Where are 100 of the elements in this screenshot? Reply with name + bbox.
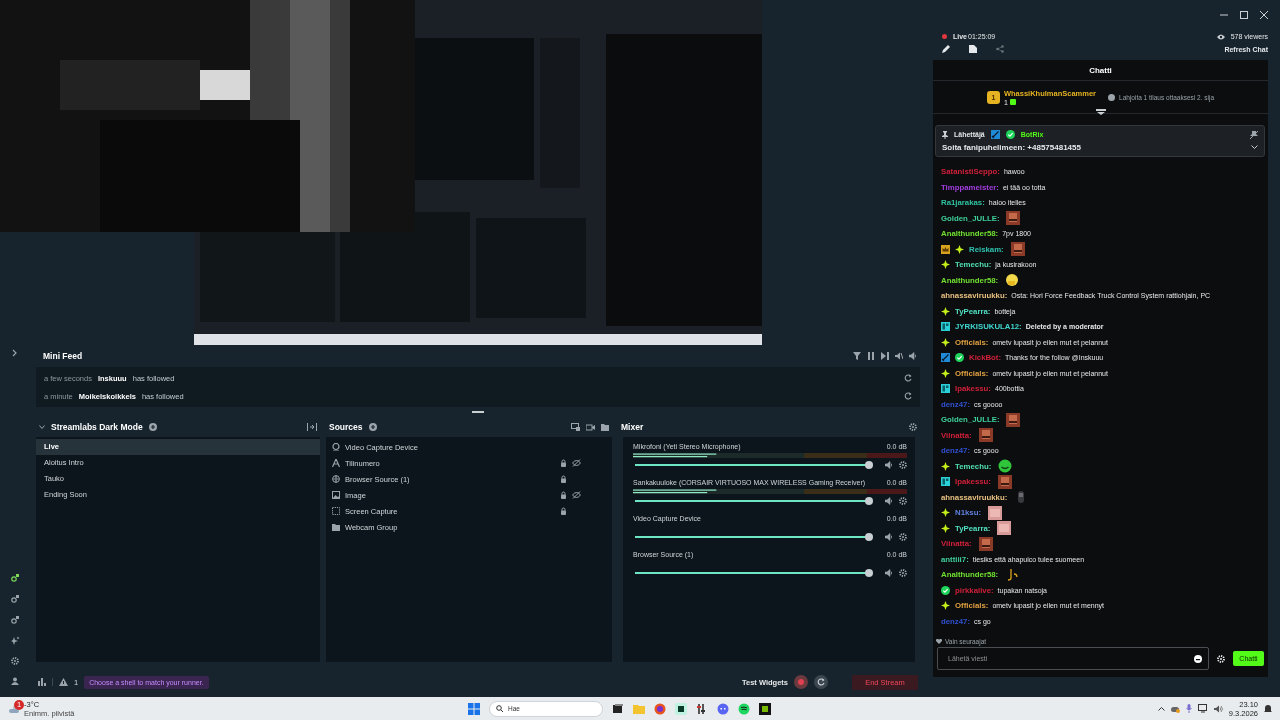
- image-icon: [332, 491, 340, 499]
- emote-icon: [1005, 273, 1020, 288]
- lock-icon[interactable]: [560, 475, 567, 483]
- expand-icon[interactable]: [12, 349, 18, 357]
- slider-handle[interactable]: [865, 497, 873, 505]
- speaker-icon[interactable]: [885, 569, 893, 577]
- replay-icon[interactable]: [904, 392, 912, 400]
- panel-title: Streamlabs Dark Mode: [51, 422, 143, 432]
- emote-icon: [988, 505, 1002, 520]
- network-icon[interactable]: [1197, 704, 1208, 713]
- lock-icon[interactable]: [560, 491, 567, 499]
- pinned-text: Soita fanipuhelimeen: +48575481455: [942, 143, 1081, 152]
- windows-icon[interactable]: [468, 702, 480, 715]
- replay-icon: [817, 678, 825, 686]
- sparkle-badge-icon: [941, 601, 950, 611]
- chevron-up-icon[interactable]: [1157, 706, 1165, 711]
- chat-title: Chatti: [1089, 65, 1112, 75]
- edit-icon[interactable]: [942, 45, 950, 53]
- chevron-down-icon[interactable]: [1251, 145, 1258, 150]
- eye-slash-icon[interactable]: [572, 491, 581, 499]
- app-icon[interactable]: [675, 702, 687, 715]
- speaker-icon[interactable]: [885, 461, 893, 469]
- link-icon[interactable]: [10, 573, 20, 582]
- gift-icon: [1009, 99, 1016, 105]
- speaker-icon[interactable]: [885, 497, 893, 505]
- gpu-icon[interactable]: [759, 702, 771, 715]
- check-badge-icon: [941, 585, 950, 595]
- slider-handle[interactable]: [865, 533, 873, 541]
- caret-icon[interactable]: [39, 424, 45, 430]
- sword-badge-icon: [941, 353, 950, 363]
- sparkle-badge-icon: [941, 368, 950, 378]
- text-icon: [332, 459, 340, 467]
- mixer-icon[interactable]: [696, 702, 708, 715]
- bell-icon[interactable]: [1264, 704, 1272, 713]
- filter-icon[interactable]: [853, 352, 861, 360]
- settings-icon[interactable]: [899, 533, 907, 541]
- close-icon[interactable]: [1260, 11, 1268, 19]
- emote-icon: [978, 428, 993, 443]
- minimize-icon[interactable]: [1220, 11, 1228, 19]
- crown-badge-icon: [941, 244, 950, 254]
- panel-title: Sources: [329, 422, 363, 432]
- settings-icon[interactable]: [899, 461, 907, 469]
- lock-icon[interactable]: [560, 459, 567, 467]
- browser-icon[interactable]: [654, 702, 666, 715]
- sparkle-icon[interactable]: [10, 636, 20, 645]
- camera-icon[interactable]: [586, 423, 595, 431]
- popout-icon[interactable]: [969, 45, 977, 53]
- window-icon[interactable]: [571, 423, 580, 431]
- link-icon[interactable]: [10, 615, 20, 624]
- slider-handle[interactable]: [865, 461, 873, 469]
- slider-handle[interactable]: [865, 569, 873, 577]
- user-icon[interactable]: [11, 677, 19, 685]
- emote-icon: [1006, 412, 1021, 427]
- settings-icon[interactable]: [899, 497, 907, 505]
- lock-icon[interactable]: [560, 507, 567, 515]
- unpin-icon[interactable]: [1250, 130, 1258, 139]
- sparkle-badge-icon: [941, 306, 950, 316]
- link-icon[interactable]: [10, 594, 20, 603]
- task-view-icon[interactable]: [612, 702, 624, 715]
- emote-icon: [1005, 567, 1020, 582]
- record-button[interactable]: [794, 675, 808, 689]
- replay-icon[interactable]: [904, 374, 912, 382]
- skip-icon[interactable]: [881, 352, 889, 360]
- square-badge-icon: [941, 322, 950, 332]
- music-icon[interactable]: [738, 702, 750, 715]
- speaker-icon[interactable]: [909, 352, 917, 360]
- cloud-icon[interactable]: [1170, 704, 1180, 713]
- pause-icon[interactable]: [867, 352, 875, 360]
- panel-title: Mixer: [621, 422, 644, 432]
- add-icon[interactable]: [368, 423, 377, 431]
- emote-icon: [997, 521, 1012, 536]
- maximize-icon[interactable]: [1240, 11, 1248, 19]
- volume-icon[interactable]: [1213, 704, 1223, 713]
- live-indicator: [942, 34, 947, 39]
- add-icon[interactable]: [148, 423, 157, 431]
- replay-button[interactable]: [814, 675, 828, 689]
- collapse-icon[interactable]: [1095, 109, 1106, 115]
- emoji-icon[interactable]: [1194, 654, 1202, 663]
- heart-icon: [936, 639, 942, 644]
- panel-title: Mini Feed: [43, 351, 83, 361]
- eye-icon: [1216, 33, 1225, 40]
- speaker-icon[interactable]: [885, 533, 893, 541]
- stats-icon[interactable]: [38, 678, 46, 686]
- folder-icon[interactable]: [601, 423, 609, 431]
- warning-icon[interactable]: [59, 678, 68, 686]
- eye-slash-icon[interactable]: [572, 459, 581, 467]
- chat-app-icon[interactable]: [717, 702, 729, 715]
- square-badge-icon: [941, 384, 950, 394]
- emote-icon: [998, 459, 1013, 474]
- mute-icon[interactable]: [895, 352, 903, 360]
- settings-icon[interactable]: [909, 423, 917, 431]
- settings-icon[interactable]: [11, 657, 19, 665]
- search-icon: [496, 705, 503, 712]
- webcam-icon: [332, 443, 340, 451]
- share-icon[interactable]: [996, 45, 1004, 53]
- microphone-icon[interactable]: [1185, 704, 1192, 713]
- transition-icon[interactable]: [307, 423, 317, 431]
- settings-icon[interactable]: [899, 569, 907, 577]
- pin-icon: [942, 130, 948, 139]
- emote-icon: [978, 536, 993, 551]
